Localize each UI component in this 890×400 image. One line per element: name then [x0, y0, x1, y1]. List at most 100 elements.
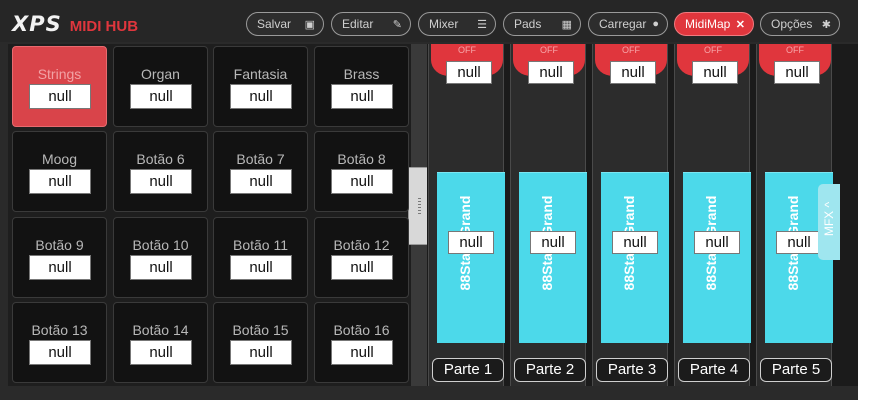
fader-midi-value[interactable]: null: [448, 231, 494, 254]
pad-label: Brass: [343, 66, 380, 82]
part-button[interactable]: Parte 2: [514, 358, 586, 382]
grid-icon: ▦: [561, 18, 572, 31]
pad-midi-value[interactable]: null: [331, 84, 393, 109]
mfx-tab[interactable]: MFX ^: [818, 184, 840, 260]
pad-midi-value[interactable]: null: [29, 84, 91, 109]
toolbar-button-label: MidiMap: [685, 17, 731, 31]
pad-button[interactable]: Botão 7 null: [213, 131, 308, 212]
volume-fader[interactable]: 88StageGrand: [683, 172, 751, 343]
grip-line: [418, 207, 421, 208]
volume-fader[interactable]: 88StageGrand: [601, 172, 669, 343]
off-button-label: OFF: [622, 45, 640, 55]
off-button-label: OFF: [704, 45, 722, 55]
pad-label: Botão 8: [337, 151, 386, 167]
pad-midi-value[interactable]: null: [230, 340, 292, 365]
channel-midi-value[interactable]: null: [446, 61, 492, 84]
pad-button[interactable]: Strings null: [12, 46, 107, 127]
pad-midi-value[interactable]: null: [29, 255, 91, 280]
fader-midi-value[interactable]: null: [694, 231, 740, 254]
pad-button[interactable]: Botão 10 null: [113, 217, 208, 298]
pad-button[interactable]: Botão 12 null: [314, 217, 409, 298]
part-button[interactable]: Parte 1: [432, 358, 504, 382]
toolbar-button-carregar[interactable]: Carregar ●: [588, 12, 668, 36]
pad-midi-value[interactable]: null: [331, 255, 393, 280]
grip-line: [418, 201, 421, 202]
off-button-label: OFF: [458, 45, 476, 55]
pad-midi-value[interactable]: null: [29, 340, 91, 365]
pad-button[interactable]: Fantasia null: [213, 46, 308, 127]
pad-midi-value[interactable]: null: [29, 169, 91, 194]
pad-button[interactable]: Moog null: [12, 131, 107, 212]
volume-fader[interactable]: 88StageGrand: [437, 172, 505, 343]
pad-midi-value[interactable]: null: [130, 84, 192, 109]
part-button[interactable]: Parte 4: [678, 358, 750, 382]
pad-midi-value[interactable]: null: [130, 169, 192, 194]
fader-midi-value[interactable]: null: [530, 231, 576, 254]
pad-button[interactable]: Botão 9 null: [12, 217, 107, 298]
pad-label: Botão 10: [132, 237, 189, 253]
pad-button[interactable]: Organ null: [113, 46, 208, 127]
pad-button[interactable]: Brass null: [314, 46, 409, 127]
pad-label: Botão 16: [333, 322, 390, 338]
pad-midi-value[interactable]: null: [230, 255, 292, 280]
channel-midi-value[interactable]: null: [774, 61, 820, 84]
fader-midi-value[interactable]: null: [612, 231, 658, 254]
save-icon: ▣: [304, 18, 315, 31]
app-window: XPS MIDI HUB Salvar ▣ Editar ✎ Mixer ☰ Pads ▦ Ca…: [0, 0, 858, 400]
toolbar-button-opções[interactable]: Opções ✱: [760, 12, 840, 36]
pad-midi-value[interactable]: null: [230, 84, 292, 109]
grip-line: [418, 213, 421, 214]
channel-midi-value[interactable]: null: [610, 61, 656, 84]
off-button-label: OFF: [786, 45, 804, 55]
toolbar-button-label: Pads: [514, 17, 542, 31]
channel-midi-value[interactable]: null: [528, 61, 574, 84]
sliders-icon: ☰: [477, 18, 487, 31]
pad-label: Organ: [141, 66, 180, 82]
grip-line: [418, 204, 421, 205]
pad-label: Botão 12: [333, 237, 390, 253]
pad-button[interactable]: Botão 11 null: [213, 217, 308, 298]
volume-fader[interactable]: 88StageGrand: [519, 172, 587, 343]
channel-midi-value[interactable]: null: [692, 61, 738, 84]
grip-line: [418, 198, 421, 199]
header-bar: XPS MIDI HUB Salvar ▣ Editar ✎ Mixer ☰ Pads ▦ Ca…: [0, 0, 858, 42]
pad-label: Botão 14: [132, 322, 189, 338]
edit-icon: ✎: [392, 18, 402, 31]
pad-midi-value[interactable]: null: [130, 340, 192, 365]
pad-button[interactable]: Botão 6 null: [113, 131, 208, 212]
pad-button[interactable]: Botão 16 null: [314, 302, 409, 383]
pad-label: Strings: [37, 66, 82, 82]
toolbar-button-label: Salvar: [257, 17, 292, 31]
pad-button[interactable]: Botão 15 null: [213, 302, 308, 383]
toolbar-button-pads[interactable]: Pads ▦: [503, 12, 581, 36]
toolbar-button-label: Carregar: [599, 17, 647, 31]
fader-midi-value[interactable]: null: [776, 231, 822, 254]
toolbar-button-label: Editar: [342, 17, 374, 31]
mfx-tab-label: MFX ^: [822, 201, 836, 237]
pad-button[interactable]: Botão 8 null: [314, 131, 409, 212]
pad-midi-value[interactable]: null: [230, 169, 292, 194]
app-logo: XPS MIDI HUB: [12, 12, 139, 36]
toolbar-button-mixer[interactable]: Mixer ☰: [418, 12, 496, 36]
pad-label: Botão 6: [136, 151, 185, 167]
pad-button[interactable]: Botão 14 null: [113, 302, 208, 383]
pad-label: Botão 15: [232, 322, 289, 338]
logo-brand: XPS: [12, 12, 62, 36]
toolbar-button-midimap[interactable]: MidiMap ✕: [674, 12, 754, 36]
pad-label: Botão 7: [236, 151, 285, 167]
pad-label: Botão 13: [31, 322, 88, 338]
pad-label: Botão 9: [35, 237, 84, 253]
toolbar-button-editar[interactable]: Editar ✎: [331, 12, 411, 36]
gear-icon: ✱: [821, 18, 831, 31]
part-button[interactable]: Parte 5: [760, 358, 832, 382]
toolbar-button-salvar[interactable]: Salvar ▣: [246, 12, 324, 36]
pad-midi-value[interactable]: null: [130, 255, 192, 280]
pad-button[interactable]: Botão 13 null: [12, 302, 107, 383]
load-icon: ●: [652, 18, 659, 30]
pad-midi-value[interactable]: null: [331, 169, 393, 194]
pad-midi-value[interactable]: null: [331, 340, 393, 365]
part-button[interactable]: Parte 3: [596, 358, 668, 382]
pad-label: Fantasia: [233, 66, 288, 82]
logo-subtitle: MIDI HUB: [69, 18, 139, 35]
pad-label: Botão 11: [232, 237, 288, 253]
